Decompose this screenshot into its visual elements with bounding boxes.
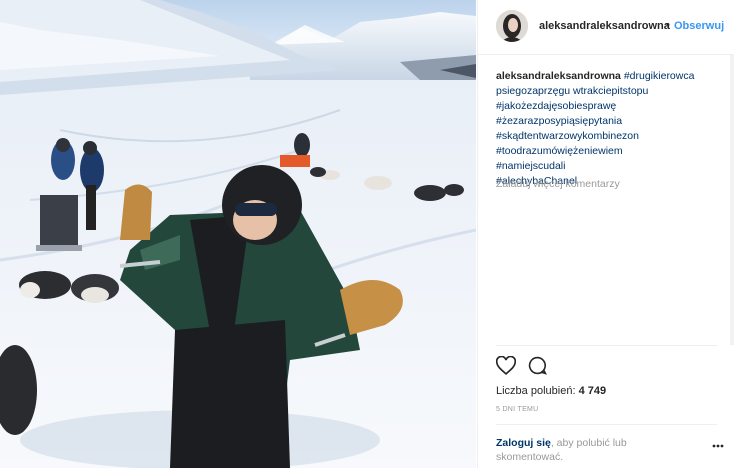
header-username[interactable]: aleksandraleksandrowna (539, 20, 670, 32)
follow-button[interactable]: Obserwuj (674, 20, 724, 32)
likes-label: Liczba polubień: (496, 385, 576, 397)
caption-username[interactable]: aleksandraleksandrowna (496, 70, 621, 82)
divider (496, 345, 717, 346)
snow-dogsled-image (0, 0, 476, 468)
post-header: aleksandraleksandrowna • Obserwuj (478, 0, 734, 55)
likes-count[interactable]: Liczba polubień: 4 749 (496, 385, 606, 397)
heart-icon[interactable] (496, 356, 516, 375)
caption: aleksandraleksandrowna #drugikierowca ps… (496, 69, 726, 189)
avatar-image (496, 10, 528, 42)
comment-icon[interactable] (528, 356, 547, 375)
hashtag[interactable]: #jakożezdajęsobiesprawę (496, 99, 726, 114)
hashtag[interactable]: #żezarazposypiąsiępytania (496, 114, 726, 129)
avatar[interactable] (496, 10, 528, 42)
load-more-comments-button[interactable]: Załaduj więcej komentarzy (496, 178, 620, 190)
scrollbar[interactable] (730, 55, 734, 345)
post-photo[interactable] (0, 0, 476, 468)
more-options-icon[interactable] (712, 444, 724, 448)
post-side-panel: aleksandraleksandrowna • Obserwuj aleksa… (477, 0, 734, 468)
login-link[interactable]: Zaloguj się (496, 437, 551, 449)
login-prompt: Zaloguj się, aby polubić lub skomentować… (496, 436, 696, 464)
header-separator: • (666, 19, 670, 31)
hashtag[interactable]: psiegozaprzęgu wtrakciepitstopu (496, 84, 726, 99)
hashtag[interactable]: #drugikierowca (624, 70, 695, 82)
divider (496, 424, 717, 425)
post-timestamp[interactable]: 5 DNI TEMU (496, 406, 539, 413)
likes-number: 4 749 (578, 385, 607, 397)
hashtag[interactable]: #skądtentwarzowykombinezon (496, 129, 726, 144)
hashtag[interactable]: #toodrazumówiężeniewiem (496, 144, 726, 159)
hashtag[interactable]: #namiejscudali (496, 159, 726, 174)
